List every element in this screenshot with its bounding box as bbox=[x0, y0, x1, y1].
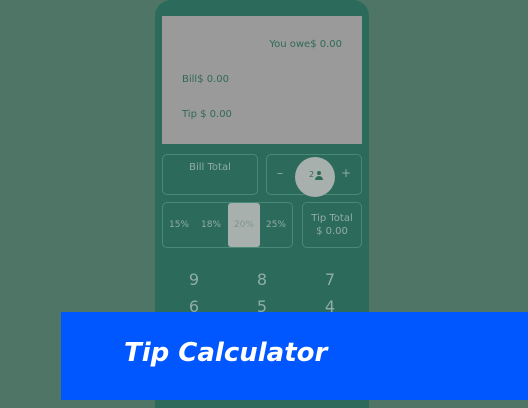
tip-option-18[interactable]: 18% bbox=[195, 203, 227, 247]
tip-amount-text: Tip $ 0.00 bbox=[182, 109, 232, 120]
people-count-circle: 2 bbox=[295, 157, 335, 197]
result-display: You owe$ 0.00 Bill$ 0.00 Tip $ 0.00 bbox=[162, 16, 362, 144]
bill-amount-text: Bill$ 0.00 bbox=[182, 74, 230, 85]
tip-option-25[interactable]: 25% bbox=[260, 203, 292, 247]
person-icon bbox=[314, 171, 324, 181]
tip-total-box: Tip Total $ 0.00 bbox=[302, 202, 362, 248]
app-title: Tip Calculator bbox=[124, 338, 328, 368]
key-9[interactable]: 9 bbox=[179, 270, 209, 289]
increase-people-button[interactable]: + bbox=[341, 166, 351, 180]
you-owe-text: You owe$ 0.00 bbox=[269, 39, 342, 50]
tip-option-15[interactable]: 15% bbox=[163, 203, 195, 247]
bill-total-label: Bill Total bbox=[189, 162, 231, 173]
people-stepper: – 2 + bbox=[266, 154, 362, 197]
key-7[interactable]: 7 bbox=[315, 270, 345, 289]
bill-total-field[interactable]: Bill Total bbox=[162, 154, 258, 195]
key-8[interactable]: 8 bbox=[247, 270, 277, 289]
decrease-people-button[interactable]: – bbox=[277, 166, 283, 180]
tip-option-20[interactable]: 20% bbox=[228, 203, 260, 247]
title-banner: Tip Calculator bbox=[61, 312, 528, 400]
tip-total-label: Tip Total bbox=[311, 213, 353, 224]
tip-percent-selector: 15% 18% 20% 25% bbox=[162, 202, 293, 248]
tip-total-value: $ 0.00 bbox=[316, 226, 348, 237]
